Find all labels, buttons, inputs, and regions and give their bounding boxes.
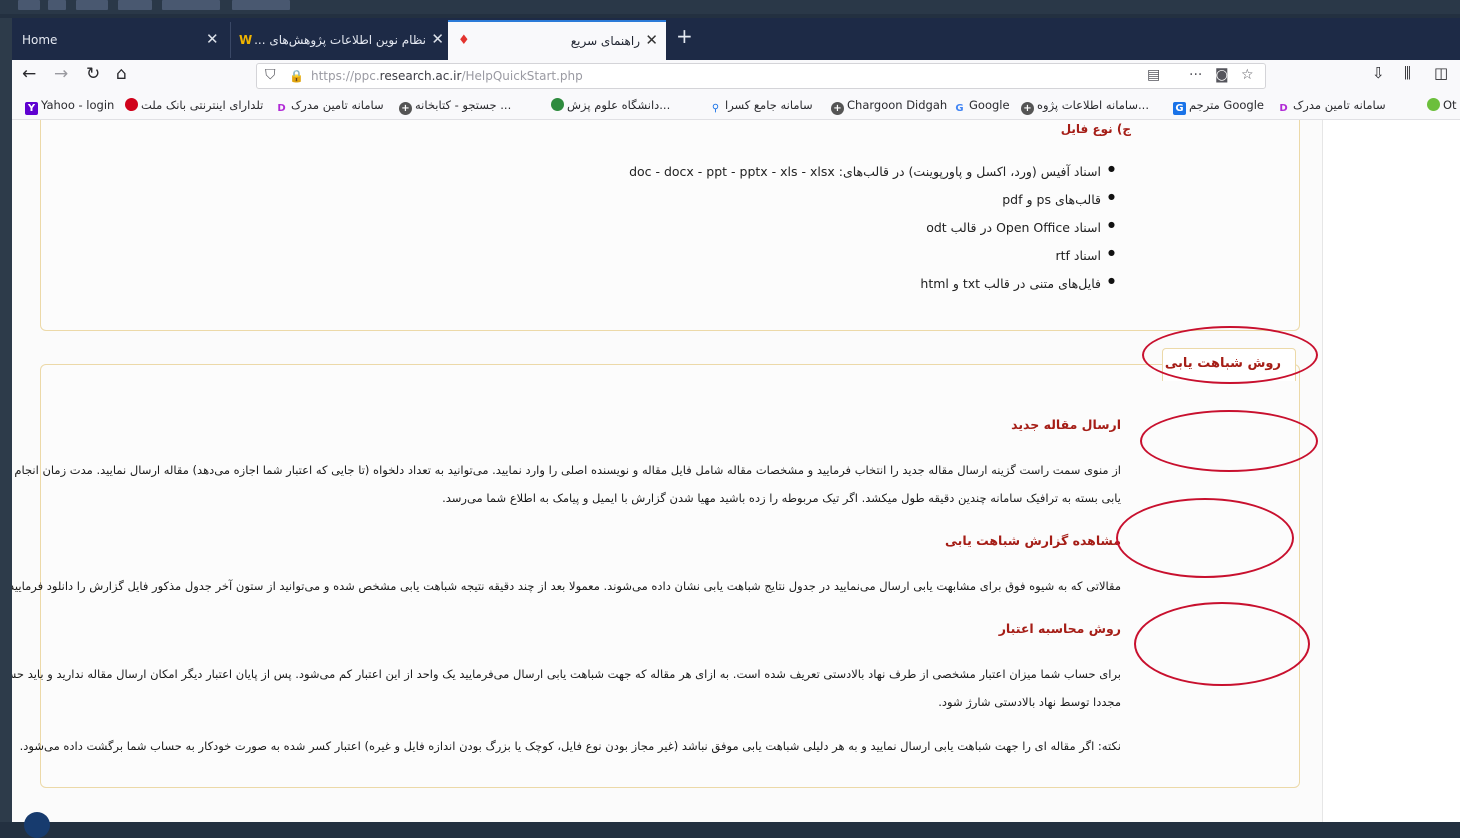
- globe-icon: +: [399, 102, 412, 115]
- reload-icon[interactable]: ↻: [86, 64, 100, 84]
- close-icon[interactable]: ✕: [431, 30, 444, 48]
- menu-item[interactable]: [48, 0, 66, 10]
- url-bar[interactable]: ⛉ 🔒 https://ppc.research.ac.ir/HelpQuick…: [256, 63, 1266, 89]
- chat-widget-icon[interactable]: [24, 812, 50, 838]
- new-tab-plus-icon[interactable]: +: [676, 24, 693, 48]
- new-article-text: از منوی سمت راست گزینه ارسال مقاله جدید …: [12, 463, 1121, 477]
- home-icon[interactable]: ⌂: [116, 64, 127, 84]
- page-content: ج) نوع فایل اسناد آفیس (ورد، اکسل و پاور…: [12, 120, 1460, 822]
- menu-item[interactable]: [18, 0, 40, 10]
- tab-strip: Home ✕ W نظام نوین اطلاعات پژوهش‌های ...…: [12, 18, 1460, 60]
- note-text: نکته: اگر مقاله ای را جهت شباهت یابی ارس…: [19, 739, 1121, 753]
- credit-text: برای حساب شما میزان اعتبار مشخصی از طرف …: [12, 667, 1121, 681]
- more-actions-icon[interactable]: ···: [1189, 67, 1202, 83]
- report-heading: مشاهده گزارش شباهت یابی: [945, 533, 1121, 548]
- annotation-oval: [1116, 498, 1294, 578]
- globe-icon: +: [1021, 102, 1034, 115]
- tab-research-system[interactable]: W نظام نوین اطلاعات پژوهش‌های ... ✕: [230, 22, 448, 58]
- menu-bar: [0, 0, 1460, 14]
- mellat-icon: [125, 98, 138, 111]
- globe-icon: +: [831, 102, 844, 115]
- bookmark-chargoon[interactable]: + Chargoon Didgah: [828, 98, 947, 115]
- credit-text: مجددا توسط نهاد بالادستی شارژ شود.: [938, 695, 1121, 709]
- bookmarks-toolbar: Y Yahoo - login تلدارای اینترنتی بانک ملت…: [12, 92, 1460, 120]
- url-text: https://ppc.research.ac.ir/HelpQuickStar…: [311, 69, 583, 83]
- file-type-item: قالب‌های ps و pdf: [1002, 192, 1114, 207]
- bookmark-document-system-2[interactable]: D سامانه تامین مدرک: [1274, 98, 1385, 115]
- library-icon[interactable]: ⫼: [1404, 64, 1411, 82]
- shield-icon[interactable]: ⛉: [265, 67, 276, 83]
- file-type-item: اسناد Open Office در قالب odt: [926, 220, 1115, 235]
- forward-arrow-icon[interactable]: →: [54, 64, 68, 84]
- tab-quick-guide[interactable]: ♦ راهنمای سریع ✕: [448, 20, 666, 60]
- annotation-oval: [1140, 410, 1318, 472]
- report-text: مقالاتی که به شیوه فوق برای مشابهت یابی …: [12, 579, 1121, 593]
- new-article-text: یابی بسته به ترافیک سامانه چندین دقیقه ط…: [442, 491, 1121, 505]
- close-icon[interactable]: ✕: [206, 30, 219, 48]
- bookmark-document-system[interactable]: D سامانه تامین مدرک: [272, 98, 383, 115]
- window-edge: [0, 18, 12, 822]
- pin-icon: ⚲: [711, 103, 720, 114]
- leaf-icon: [551, 98, 564, 111]
- bookmark-research-info[interactable]: + سامانه اطلاعات پژوه...: [1018, 98, 1149, 115]
- credit-heading: روش محاسبه اعتبار: [998, 621, 1121, 636]
- similarity-method-panel: ارسال مقاله جدید از منوی سمت راست گزینه …: [12, 364, 1300, 788]
- reader-view-icon[interactable]: ▤: [1147, 67, 1160, 83]
- translate-icon: G: [1173, 102, 1186, 115]
- annotation-oval: [1134, 602, 1310, 686]
- bookmark-google[interactable]: G Google: [950, 98, 1009, 115]
- d-icon: D: [1279, 103, 1288, 114]
- green-icon: [1427, 98, 1440, 111]
- bookmark-medical-university[interactable]: دانشگاه علوم پزش...: [548, 98, 670, 112]
- pocket-icon[interactable]: ◙: [1215, 67, 1229, 83]
- sidebar-icon[interactable]: ◫: [1434, 64, 1448, 82]
- close-icon[interactable]: ✕: [645, 31, 658, 49]
- d-icon: D: [277, 103, 286, 114]
- file-type-item: فایل‌های متنی در قالب txt و html: [920, 276, 1114, 291]
- new-article-heading: ارسال مقاله جدید: [1011, 417, 1121, 432]
- tab-label: راهنمای سریع: [570, 34, 640, 48]
- file-types-title: ج) نوع فایل: [1060, 122, 1131, 136]
- bookmark-library-search[interactable]: + جستجو - کتابخانه ...: [396, 98, 511, 115]
- flame-favicon-icon: ♦: [458, 33, 470, 48]
- menu-item[interactable]: [118, 0, 152, 10]
- google-icon: G: [955, 103, 964, 114]
- file-type-item: اسناد آفیس (ورد، اکسل و پاورپوینت) در قا…: [629, 164, 1115, 179]
- bookmark-other[interactable]: Ot: [1424, 98, 1457, 112]
- tab-label: Home: [22, 33, 58, 47]
- file-type-item: اسناد rtf: [1055, 248, 1114, 263]
- back-arrow-icon[interactable]: ←: [22, 64, 36, 84]
- page-margin: [1322, 120, 1460, 822]
- annotation-oval: [1142, 326, 1318, 384]
- bookmark-yahoo[interactable]: Y Yahoo - login: [22, 98, 114, 115]
- file-types-panel: ج) نوع فایل اسناد آفیس (ورد، اکسل و پاور…: [40, 120, 1300, 331]
- bookmark-mellat[interactable]: تلدارای اینترنتی بانک ملت: [122, 98, 263, 112]
- menu-item[interactable]: [76, 0, 108, 10]
- bookmark-kasra[interactable]: ⚲ سامانه جامع کسرا: [706, 98, 813, 115]
- star-bookmark-icon[interactable]: ☆: [1241, 67, 1254, 83]
- tab-home[interactable]: Home ✕: [12, 22, 240, 58]
- tab-label: نظام نوین اطلاعات پژوهش‌های ...: [254, 33, 426, 47]
- menu-item[interactable]: [232, 0, 290, 10]
- navigation-bar: ← → ↻ ⌂ ⛉ 🔒 https://ppc.research.ac.ir/H…: [12, 60, 1460, 92]
- yahoo-icon: Y: [25, 102, 38, 115]
- downloads-icon[interactable]: ⇩: [1372, 64, 1385, 82]
- site-favicon-icon: W: [239, 33, 253, 47]
- lock-icon[interactable]: 🔒: [289, 69, 304, 83]
- menu-item[interactable]: [162, 0, 220, 10]
- bookmark-google-translate[interactable]: G مترجم Google: [1170, 98, 1264, 115]
